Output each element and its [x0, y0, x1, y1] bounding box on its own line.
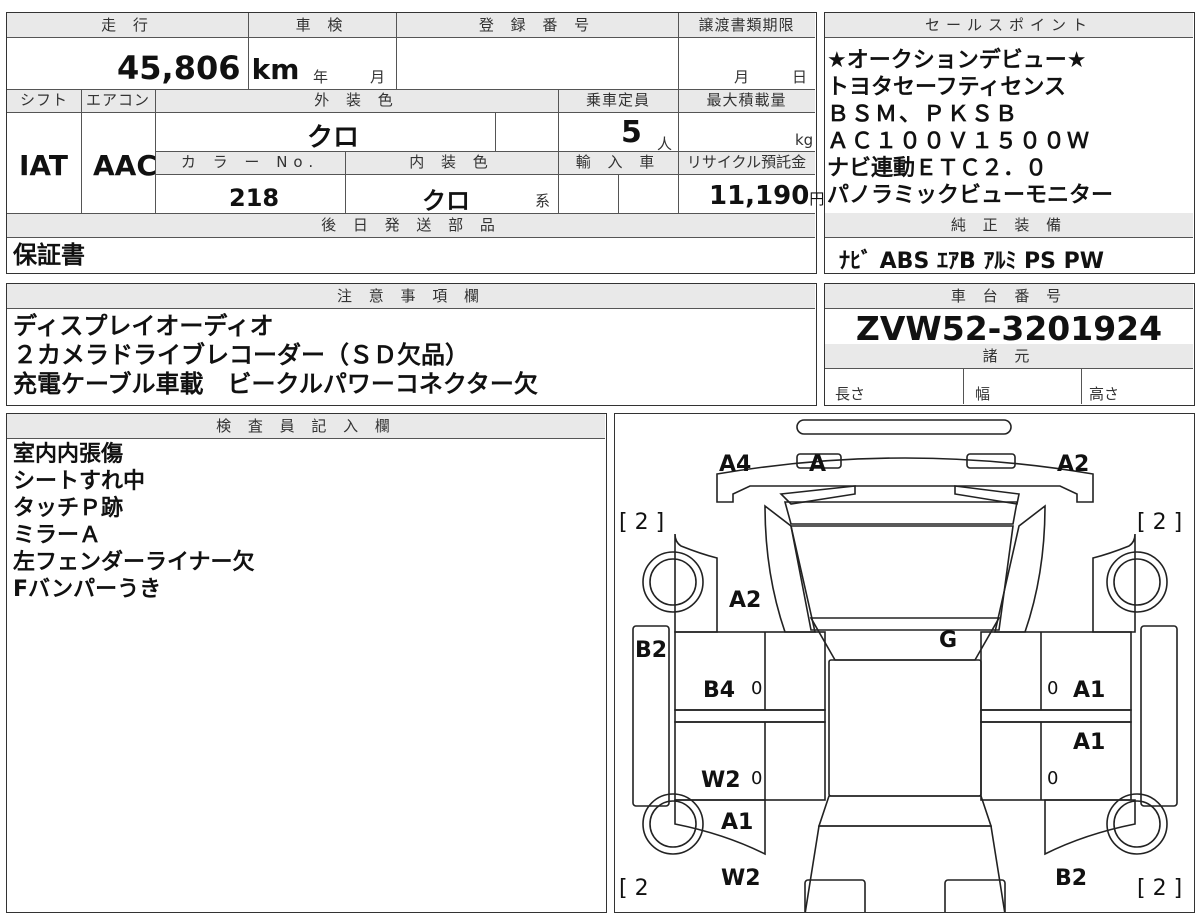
sales-point-list: ★オークションデビュー★ トヨタセーフティセンス ＢＳＭ、ＰＫＳＢ ＡＣ１００Ｖ… [827, 47, 1113, 209]
damage-label-g: G [939, 628, 958, 653]
inspector-header: 検 査 員 記 入 欄 [7, 414, 605, 438]
spec-width: 幅 [975, 385, 991, 403]
damage-label-a: A [809, 452, 827, 477]
sales-point-item: ナビ連動ＥＴＣ２．０ [827, 156, 1048, 181]
specs-header: 諸 元 [825, 344, 1193, 368]
spec-height: 高さ [1089, 385, 1120, 403]
inspector-note-item: Fバンパーうき [13, 577, 162, 602]
vehicle-info-table: 走 行 車 検 登 録 番 号 譲渡書類期限 45,806 km 年 月 月 日… [6, 12, 824, 274]
damage-label-a1-right-rear: A1 [1073, 730, 1106, 755]
note-item: ディスプレイオーディオ [13, 312, 274, 340]
inspection-month: 月 [370, 68, 386, 86]
damage-label-w2-bottom: W2 [721, 866, 761, 891]
damage-label-a2-hood: A2 [729, 588, 762, 613]
aircon-header: エアコン [81, 89, 155, 112]
tire-tread-rear-right: [ 2 ] [1137, 876, 1183, 901]
later-parts-header: 後 日 発 送 部 品 [7, 213, 815, 237]
sales-point-item: ★オークションデビュー★ [827, 48, 1087, 73]
mileage-header: 走 行 [7, 13, 248, 37]
deadline-day: 日 [792, 68, 808, 86]
damage-label-a4: A4 [719, 452, 752, 477]
notes-panel: 注 意 事 項 欄 ディスプレイオーディオ ２カメラドライブレコーダー（ＳＤ欠品… [6, 283, 817, 406]
recycle-fee-header: リサイクル預託金 [678, 151, 815, 174]
color-no-value: 218 [229, 184, 280, 212]
note-item: ２カメラドライブレコーダー（ＳＤ欠品） [13, 341, 469, 369]
damage-label-b2-left: B2 [635, 638, 668, 663]
damage-label-a2-front: A2 [1057, 452, 1090, 477]
color-no-header: カ ラ ー No. [155, 151, 345, 174]
damage-label-b2-bottom: B2 [1055, 866, 1088, 891]
import-car-header: 輸 入 車 [558, 151, 678, 174]
inspector-note-item: ミラーＡ [13, 523, 102, 548]
spec-length: 長さ [835, 385, 866, 403]
damage-label-w2-left: W2 [701, 768, 741, 793]
note-item: 充電ケーブル車載 ビークルパワーコネクター欠 [13, 370, 538, 398]
interior-color-value: クロ [422, 187, 470, 215]
tire-tread-front-right: [ 2 ] [1137, 510, 1183, 535]
aircon-value: AAC [93, 149, 157, 182]
damage-zero: 0 [1047, 768, 1059, 789]
exterior-color-header: 外 装 色 [155, 89, 558, 112]
deadline-month: 月 [734, 68, 750, 86]
sales-point-item: パノラミックビューモニター [827, 183, 1114, 208]
damage-label-b4: B4 [703, 678, 736, 703]
capacity-header: 乗車定員 [558, 89, 678, 112]
mileage-value: 45,806 km [117, 49, 300, 87]
exterior-color-value: クロ [307, 123, 360, 153]
genuine-equipment-header: 純 正 装 備 [825, 213, 1193, 237]
car-diagram [632, 419, 1178, 912]
interior-color-suffix: 系 [535, 192, 551, 210]
sales-point-item: ＡＣ１００Ｖ１５００Ｗ [827, 129, 1092, 154]
damage-zero: 0 [1047, 678, 1059, 699]
chassis-panel: 車 台 番 号 ZVW52-3201924 諸 元 長さ 幅 高さ [824, 283, 1195, 406]
inspector-note-item: 左フェンダーライナー欠 [13, 550, 255, 575]
later-parts-value: 保証書 [13, 241, 85, 269]
shift-value: IAT [19, 149, 69, 182]
interior-color-header: 内 装 色 [345, 151, 558, 174]
inspection-header: 車 検 [248, 13, 396, 37]
shift-header: シフト [7, 89, 81, 112]
sales-point-item: ＢＳＭ、ＰＫＳＢ [827, 102, 1020, 127]
inspection-year: 年 [313, 68, 329, 86]
sales-point-header: セールスポイント [825, 13, 1193, 37]
deadline-header: 譲渡書類期限 [678, 13, 815, 37]
inspector-panel: 検 査 員 記 入 欄 室内内張傷 シートすれ中 タッチＰ跡 ミラーＡ 左フェン… [6, 413, 607, 913]
inspector-notes-list: 室内内張傷 シートすれ中 タッチＰ跡 ミラーＡ 左フェンダーライナー欠 Fバンパ… [13, 441, 255, 603]
tire-tread-rear-left: [ 2 [619, 876, 649, 901]
damage-label-a1-left: A1 [721, 810, 754, 835]
inspector-note-item: 室内内張傷 [13, 442, 124, 467]
sales-point-panel: セールスポイント ★オークションデビュー★ トヨタセーフティセンス ＢＳＭ、ＰＫ… [824, 12, 1195, 274]
damage-zero: 0 [751, 768, 763, 789]
registration-header: 登 録 番 号 [396, 13, 678, 37]
tire-tread-front-left: [ 2 ] [619, 510, 665, 535]
notes-list: ディスプレイオーディオ ２カメラドライブレコーダー（ＳＤ欠品） 充電ケーブル車載… [13, 312, 538, 399]
sales-point-item: トヨタセーフティセンス [827, 75, 1066, 100]
damage-label-a1-right-front: A1 [1073, 678, 1106, 703]
max-load-unit: kg [795, 131, 814, 149]
damage-zero: 0 [751, 678, 763, 699]
notes-header: 注 意 事 項 欄 [7, 284, 815, 308]
car-diagram-panel: A4 A A2 A2 G B2 B4 0 0 A1 A1 W2 0 0 A1 W… [614, 413, 1195, 913]
chassis-header: 車 台 番 号 [825, 284, 1193, 308]
genuine-equipment-value: ﾅﾋﾞ ABS ｴｱB ｱﾙﾐ PS PW [839, 249, 1105, 274]
chassis-number: ZVW52-3201924 [855, 309, 1163, 348]
inspector-note-item: シートすれ中 [13, 469, 146, 494]
capacity-value: 5 [621, 115, 642, 150]
recycle-fee-value: 11,190円 [709, 181, 825, 211]
max-load-header: 最大積載量 [678, 89, 815, 112]
inspector-note-item: タッチＰ跡 [13, 496, 124, 521]
